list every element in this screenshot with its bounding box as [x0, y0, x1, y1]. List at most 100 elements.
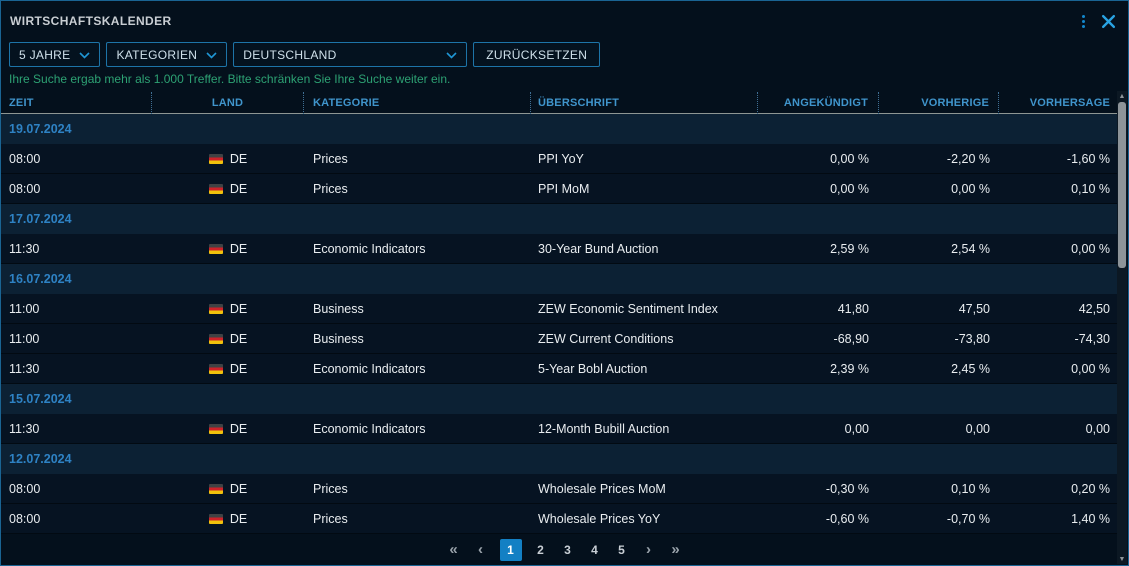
- previous-cell: 47,50: [879, 294, 999, 324]
- germany-flag-icon: [209, 184, 223, 194]
- announced-cell: 41,80: [758, 294, 879, 324]
- column-header-land: LAND: [152, 92, 304, 114]
- pagination-page-2[interactable]: 2: [533, 539, 549, 561]
- pagination-page-4[interactable]: 4: [587, 539, 603, 561]
- table-row[interactable]: 11:00 DE Business ZEW Current Conditions…: [1, 324, 1118, 354]
- categories-dropdown-label: KATEGORIEN: [116, 48, 197, 62]
- period-dropdown[interactable]: 5 JAHRE: [9, 42, 100, 67]
- table-row[interactable]: 08:00 DE Prices Wholesale Prices MoM -0,…: [1, 474, 1118, 504]
- country-code: DE: [230, 332, 247, 346]
- previous-cell: -0,70 %: [879, 504, 999, 534]
- previous-cell: -73,80: [879, 324, 999, 354]
- announced-cell: -0,30 %: [758, 474, 879, 504]
- pagination-page-3[interactable]: 3: [560, 539, 576, 561]
- germany-flag-icon: [209, 364, 223, 374]
- pagination-page-1[interactable]: 1: [500, 539, 522, 561]
- country-cell: DE: [152, 414, 304, 444]
- table-row[interactable]: 08:00 DE Prices Wholesale Prices YoY -0,…: [1, 504, 1118, 534]
- scrollbar-up-arrow[interactable]: ▲: [1117, 91, 1127, 101]
- country-cell: DE: [152, 234, 304, 264]
- country-cell: DE: [152, 294, 304, 324]
- categories-dropdown[interactable]: KATEGORIEN: [106, 42, 227, 67]
- headline-cell: ZEW Current Conditions: [531, 324, 758, 354]
- time-cell: 11:30: [1, 234, 152, 264]
- vertical-scrollbar[interactable]: ▲ ▼: [1117, 91, 1127, 564]
- column-header-vorhersage: VORHERSAGE: [999, 92, 1118, 114]
- table-row[interactable]: 11:30 DE Economic Indicators 5-Year Bobl…: [1, 354, 1118, 384]
- germany-flag-icon: [209, 334, 223, 344]
- category-cell: Prices: [304, 474, 531, 504]
- pagination-page-5[interactable]: 5: [614, 539, 630, 561]
- table-row[interactable]: 11:30 DE Economic Indicators 30-Year Bun…: [1, 234, 1118, 264]
- previous-cell: 0,10 %: [879, 474, 999, 504]
- table-row[interactable]: 08:00 DE Prices PPI MoM 0,00 % 0,00 % 0,…: [1, 174, 1118, 204]
- country-cell: DE: [152, 474, 304, 504]
- headline-cell: 12-Month Bubill Auction: [531, 414, 758, 444]
- headline-cell: 5-Year Bobl Auction: [531, 354, 758, 384]
- forecast-cell: 0,00: [999, 414, 1118, 444]
- chevron-down-icon: [206, 48, 217, 62]
- date-group-row: 19.07.2024: [1, 114, 1118, 144]
- forecast-cell: 1,40 %: [999, 504, 1118, 534]
- date-group-row: 16.07.2024: [1, 264, 1118, 294]
- forecast-cell: 0,00 %: [999, 354, 1118, 384]
- close-icon[interactable]: [1101, 14, 1116, 29]
- forecast-cell: 0,10 %: [999, 174, 1118, 204]
- germany-flag-icon: [209, 154, 223, 164]
- pagination-next-button[interactable]: ›: [641, 539, 657, 561]
- time-cell: 08:00: [1, 144, 152, 174]
- announced-cell: 2,39 %: [758, 354, 879, 384]
- category-cell: Prices: [304, 504, 531, 534]
- announced-cell: -68,90: [758, 324, 879, 354]
- scrollbar-thumb[interactable]: [1118, 102, 1126, 268]
- country-code: DE: [230, 482, 247, 496]
- pagination-prev-button[interactable]: ‹: [473, 539, 489, 561]
- group-date-label: 19.07.2024: [1, 114, 72, 144]
- headline-cell: PPI YoY: [531, 144, 758, 174]
- filter-bar: 5 JAHRE KATEGORIEN DEUTSCHLAND ZURÜCKSET…: [9, 42, 1120, 67]
- period-dropdown-label: 5 JAHRE: [19, 48, 70, 62]
- date-group-row: 15.07.2024: [1, 384, 1118, 414]
- headline-cell: ZEW Economic Sentiment Index: [531, 294, 758, 324]
- reset-button[interactable]: ZURÜCKSETZEN: [473, 42, 600, 67]
- announced-cell: 0,00 %: [758, 174, 879, 204]
- table-row[interactable]: 08:00 DE Prices PPI YoY 0,00 % -2,20 % -…: [1, 144, 1118, 174]
- category-cell: Business: [304, 294, 531, 324]
- date-group-row: 17.07.2024: [1, 204, 1118, 234]
- scrollbar-down-arrow[interactable]: ▼: [1117, 554, 1127, 564]
- table-row[interactable]: 11:00 DE Business ZEW Economic Sentiment…: [1, 294, 1118, 324]
- chevron-down-icon: [446, 48, 457, 62]
- germany-flag-icon: [209, 304, 223, 314]
- category-cell: Business: [304, 324, 531, 354]
- forecast-cell: 0,20 %: [999, 474, 1118, 504]
- announced-cell: 0,00 %: [758, 144, 879, 174]
- group-date-label: 12.07.2024: [1, 444, 72, 474]
- pagination-first-button[interactable]: «: [446, 539, 462, 561]
- country-code: DE: [230, 182, 247, 196]
- announced-cell: 0,00: [758, 414, 879, 444]
- forecast-cell: 42,50: [999, 294, 1118, 324]
- previous-cell: 2,45 %: [879, 354, 999, 384]
- time-cell: 11:00: [1, 324, 152, 354]
- category-cell: Prices: [304, 144, 531, 174]
- group-date-label: 15.07.2024: [1, 384, 72, 414]
- country-dropdown[interactable]: DEUTSCHLAND: [233, 42, 467, 67]
- column-header-ueberschrift: ÜBERSCHRIFT: [531, 92, 758, 114]
- pagination-last-button[interactable]: »: [668, 539, 684, 561]
- country-code: DE: [230, 512, 247, 526]
- wirtschaftskalender-panel: WIRTSCHAFTSKALENDER 5 JAHRE KATEGORIEN D…: [0, 0, 1129, 566]
- country-code: DE: [230, 362, 247, 376]
- announced-cell: 2,59 %: [758, 234, 879, 264]
- kebab-menu-icon[interactable]: [1080, 13, 1087, 30]
- column-header-kategorie: KATEGORIE: [304, 92, 531, 114]
- column-header-angekuendigt: ANGEKÜNDIGT: [758, 92, 879, 114]
- time-cell: 11:30: [1, 414, 152, 444]
- headline-cell: 30-Year Bund Auction: [531, 234, 758, 264]
- previous-cell: 0,00 %: [879, 174, 999, 204]
- table-row[interactable]: 11:30 DE Economic Indicators 12-Month Bu…: [1, 414, 1118, 444]
- germany-flag-icon: [209, 484, 223, 494]
- date-group-row: 12.07.2024: [1, 444, 1118, 474]
- column-header-zeit: ZEIT: [1, 92, 152, 114]
- pagination: « ‹ 1 2 3 4 5 › »: [1, 534, 1128, 565]
- country-code: DE: [230, 242, 247, 256]
